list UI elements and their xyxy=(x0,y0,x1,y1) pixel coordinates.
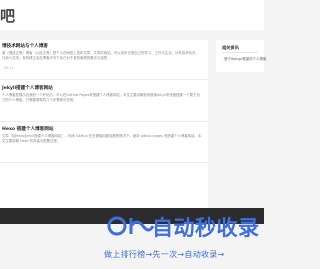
sidebar-link[interactable]: · 基于django框架的个人博客 xyxy=(222,56,266,61)
post-list: 博技术网站与个人博客 客（博技文等）博客（以技文等）是个人在网络上发布文章、文章… xyxy=(0,40,208,208)
sidebar-title: 相关资讯 xyxy=(222,45,239,50)
post-title[interactable]: Hexo 搭建个人博客网站 xyxy=(2,126,53,132)
sidebar-related: 相关资讯 · 基于django框架的个人博客 xyxy=(216,40,266,72)
site-logo[interactable]: 吧 xyxy=(0,5,15,26)
post-item: Jekyll搭建个人博客网站 个人博客是展示自我的一个好地方，可以在GitHub… xyxy=(0,82,208,122)
post-excerpt: 文章（如Hexo/Jekyll搭建个人博客网站），利用 GitHub 在无需租用… xyxy=(2,134,202,143)
sidebar-divider xyxy=(222,52,258,53)
site-header: 吧 xyxy=(0,0,264,30)
watermark-overlay: 自动秒收录 做上排行榜→先一次→自动收录→ xyxy=(102,209,264,269)
post-excerpt: 客（博技文等）博客（以技文等）是个人在网络上发布文章、文章的网站。可以用来记录自… xyxy=(2,51,199,60)
watermark-subtitle: 做上排行榜→先一次→自动收录→ xyxy=(104,250,225,259)
post-excerpt: 个人博客是展示自我的一个好地方，可以在GitHub Pages来搭建个人博客网站… xyxy=(2,93,200,102)
post-item: 博技术网站与个人博客 客（博技文等）博客（以技文等）是个人在网络上发布文章、文章… xyxy=(0,40,208,80)
post-meta: · 05-11 xyxy=(2,66,14,70)
post-title[interactable]: Jekyll搭建个人博客网站 xyxy=(2,85,53,91)
watermark-title: 自动秒收录 xyxy=(152,216,260,240)
post-title[interactable]: 博技术网站与个人博客 xyxy=(2,43,48,49)
post-item: Hexo 搭建个人博客网站 文章（如Hexo/Jekyll搭建个人博客网站），利… xyxy=(0,123,208,163)
